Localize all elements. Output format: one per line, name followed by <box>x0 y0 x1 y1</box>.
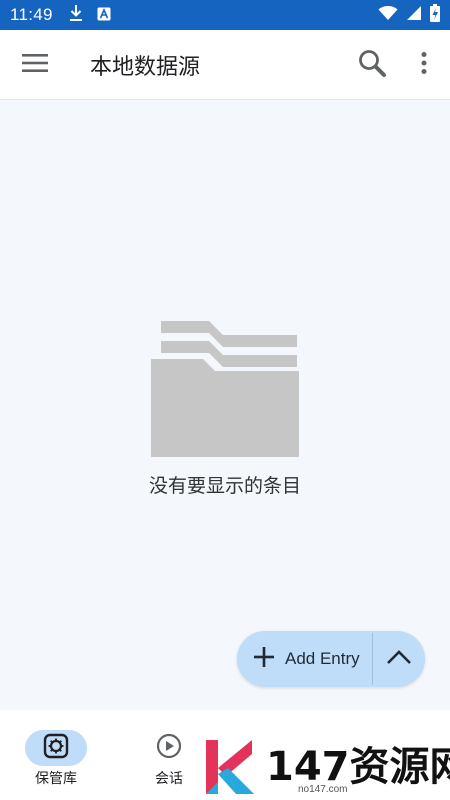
entry-list: 没有要显示的条目 <box>0 101 450 710</box>
signal-icon <box>406 5 422 25</box>
a-badge-icon <box>97 6 111 25</box>
nav-label-sessions: 会话 <box>155 771 183 787</box>
expand-toggle-button[interactable] <box>373 631 425 687</box>
wifi-icon <box>378 5 398 25</box>
status-bar: 11:49 <box>0 0 450 30</box>
nav-item-vault[interactable]: 保管库 <box>25 730 87 788</box>
menu-icon <box>21 52 49 78</box>
download-icon <box>69 4 83 26</box>
battery-icon <box>430 4 440 26</box>
nav-item-sessions[interactable]: 会话 <box>138 730 200 788</box>
folder-stack-icon <box>151 321 299 461</box>
page-title: 本地数据源 <box>90 54 201 80</box>
search-icon <box>357 48 387 82</box>
vault-icon <box>43 733 69 763</box>
empty-message: 没有要显示的条目 <box>148 475 301 497</box>
watermark-logo-icon <box>202 738 258 800</box>
add-entry-button[interactable]: Add Entry <box>237 631 372 687</box>
play-circle-icon <box>156 733 182 763</box>
watermark-url: no147.com <box>298 784 348 795</box>
nav-indicator <box>25 730 87 766</box>
add-entry-fab: Add Entry <box>237 631 425 687</box>
nav-label-vault: 保管库 <box>35 771 77 787</box>
more-options-button[interactable] <box>398 30 450 100</box>
app-bar: 本地数据源 <box>0 30 450 100</box>
empty-state: 没有要显示的条目 <box>0 321 450 498</box>
watermark-text: 147资源网 <box>266 744 450 790</box>
chevron-up-icon <box>386 649 412 669</box>
watermark: 147资源网 no147.com <box>200 734 450 800</box>
more-vert-icon <box>420 51 428 79</box>
status-time: 11:49 <box>10 5 53 24</box>
menu-button[interactable] <box>0 30 70 100</box>
search-button[interactable] <box>346 30 398 100</box>
nav-icon-container <box>138 730 200 766</box>
plus-icon <box>253 646 275 672</box>
add-entry-label: Add Entry <box>285 649 360 668</box>
